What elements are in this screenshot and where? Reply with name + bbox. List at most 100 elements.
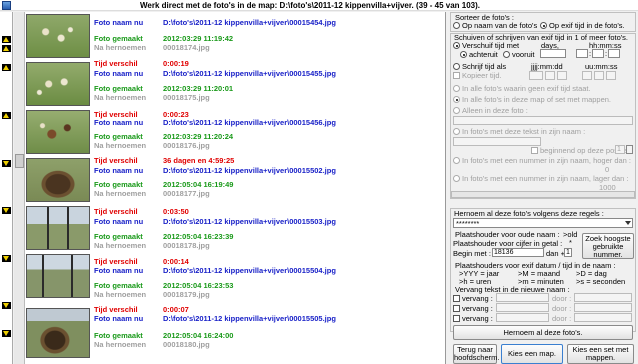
shift-time-label: Verschuif tijd met — [462, 41, 520, 50]
replace-from-input-3[interactable] — [496, 313, 549, 322]
photo-entry[interactable]: Tijd verschil 0:00:19 Foto naam nu D:\foto… — [26, 59, 446, 108]
time-diff-value: 36 dagen en 4:59:25 — [163, 156, 235, 165]
begin-position-checkbox[interactable] — [531, 147, 538, 154]
last-page-icon[interactable] — [2, 330, 11, 337]
down-icon[interactable] — [2, 160, 11, 167]
find-highest-number-button[interactable]: Zoek hoogste gebruikte nummer. — [582, 233, 634, 259]
placeholder-num-label: Plaatshouder voor cijfer in getal : — [453, 239, 563, 248]
time-diff-value: 0:00:19 — [163, 59, 189, 68]
write-time-label: Schrijf tijd als — [462, 62, 507, 71]
write-second-input[interactable] — [606, 71, 616, 80]
forward-radio[interactable] — [503, 51, 510, 58]
next-icon[interactable] — [2, 255, 11, 262]
write-minute-input[interactable] — [594, 71, 604, 80]
replace-from-input-1[interactable] — [496, 293, 549, 302]
time-diff-label: Tijd verschil — [94, 59, 138, 68]
begin-with-label: Begin met : — [453, 249, 491, 258]
replace-to-label: door : — [552, 314, 572, 323]
photo-entry[interactable]: Foto naam nu D:\foto's\2011-12 kippenvill… — [26, 12, 446, 60]
replace-label: vervang : — [462, 294, 493, 303]
page-up-icon[interactable] — [2, 45, 11, 52]
rename-all-button[interactable]: Hernoem al deze foto's. — [453, 325, 633, 340]
photo-thumbnail[interactable] — [26, 206, 90, 250]
increment-label: dan + — [546, 249, 565, 258]
hours-input[interactable] — [576, 49, 588, 58]
rename-value: 00018179.jpg — [163, 290, 210, 299]
year-input[interactable] — [529, 71, 543, 80]
photo-name-value: D:\foto's\2011-12 kippenvilla+vijver\000… — [163, 314, 336, 323]
replace-checkbox-1[interactable] — [453, 295, 460, 302]
position-input[interactable]: 1 — [615, 145, 625, 154]
list-scrollbar[interactable] — [14, 12, 25, 364]
scope-text-radio[interactable] — [453, 128, 460, 135]
write-hour-input[interactable] — [582, 71, 592, 80]
scope-higher-radio[interactable] — [453, 157, 460, 164]
scope-this-photo-radio[interactable] — [453, 107, 460, 114]
higher-value: 0 — [605, 165, 610, 174]
date-format-label: jjjj:mm:dd — [531, 62, 563, 71]
rename-pattern-value: ******** — [456, 219, 480, 228]
begin-number-input[interactable]: 18136 — [492, 248, 544, 257]
rename-label: Na hernoemen — [94, 141, 147, 150]
replace-from-input-2[interactable] — [496, 303, 549, 312]
sort-by-exif-radio[interactable] — [540, 22, 547, 29]
page-down-icon[interactable] — [2, 302, 11, 309]
seconds-input[interactable] — [608, 49, 620, 58]
photo-thumbnail[interactable] — [26, 308, 90, 358]
replace-to-input-3[interactable] — [574, 313, 632, 322]
replace-to-label: door : — [552, 294, 572, 303]
shift-time-radio[interactable] — [453, 42, 460, 49]
rename-pattern-select[interactable]: ******** — [453, 218, 633, 228]
photo-entry[interactable]: Tijd verschil 0:03:50 Foto naam nu D:\foto… — [26, 204, 446, 252]
title-bar: Werk direct met de foto's in de map: D:\… — [0, 0, 638, 11]
rename-label: Na hernoemen — [94, 189, 147, 198]
photo-thumbnail[interactable] — [26, 14, 90, 58]
scroll-up-icon[interactable] — [2, 64, 11, 71]
up-icon[interactable] — [2, 112, 11, 119]
replace-label: vervang : — [462, 304, 493, 313]
photo-entry[interactable]: Tijd verschil 36 dagen en 4:59:25 Foto na… — [26, 156, 446, 204]
photo-thumbnail[interactable] — [26, 158, 90, 202]
photo-thumbnail[interactable] — [26, 62, 90, 106]
scope-lower-label: In foto's met een nummer in zijn naam, l… — [462, 174, 629, 183]
replace-checkbox-2[interactable] — [453, 305, 460, 312]
choose-folder-button[interactable]: Kies een map. — [501, 344, 563, 364]
choose-folder-set-button[interactable]: Kies een set met mappen. — [567, 344, 634, 364]
increment-input[interactable]: 1 — [564, 248, 572, 257]
sort-by-name-radio[interactable] — [453, 22, 460, 29]
month-input[interactable] — [545, 71, 555, 80]
navigation-strip — [0, 12, 13, 364]
first-page-icon[interactable] — [2, 36, 11, 43]
back-to-main-button[interactable]: Terug naar hoofdscherm. — [453, 344, 499, 364]
sort-by-exif-label: Op exif tijd in de foto's. — [549, 21, 625, 30]
photo-thumbnail[interactable] — [26, 254, 90, 298]
scrollbar-thumb[interactable] — [15, 154, 24, 168]
photo-entry[interactable]: Tijd verschil 0:00:14 Foto naam nu D:\foto… — [26, 252, 446, 300]
photo-name-label: Foto naam nu — [94, 314, 144, 323]
photo-entry[interactable]: Tijd verschil 0:00:07 Foto naam nu D:\foto… — [26, 305, 446, 358]
minutes-input[interactable] — [592, 49, 604, 58]
name-text-input[interactable] — [453, 137, 541, 146]
settings-panel: Sorteer de foto's : Op naam van de foto'… — [448, 12, 638, 364]
photo-thumbnail[interactable] — [26, 110, 90, 154]
replace-to-input-1[interactable] — [574, 293, 632, 302]
photo-entry[interactable]: Tijd verschil 0:00:23 Foto naam nu D:\foto… — [26, 108, 446, 156]
scope-higher-label: In foto's met een nummer in zijn naam, h… — [462, 156, 632, 165]
backward-radio[interactable] — [460, 51, 467, 58]
this-photo-input[interactable] — [453, 116, 633, 125]
photo-name-value: D:\foto's\2011-12 kippenvilla+vijver\000… — [163, 266, 336, 275]
copy-time-checkbox[interactable] — [453, 72, 460, 79]
scope-lower-radio[interactable] — [453, 175, 460, 182]
replace-checkbox-3[interactable] — [453, 315, 460, 322]
day-input[interactable] — [557, 71, 567, 80]
scroll-down-icon[interactable] — [2, 207, 11, 214]
window-title: Werk direct met de foto's in de map: D:\… — [140, 1, 481, 10]
write-time-radio[interactable] — [453, 63, 460, 70]
replace-to-input-2[interactable] — [574, 303, 632, 312]
days-input[interactable] — [540, 49, 566, 58]
photo-name-value: D:\foto's\2011-12 kippenvilla+vijver\000… — [163, 166, 336, 175]
scope-all-radio[interactable] — [453, 96, 460, 103]
position-spinner[interactable] — [626, 145, 633, 154]
scope-this-photo-label: Alleen in deze foto : — [462, 106, 528, 115]
scope-no-exif-radio[interactable] — [453, 85, 460, 92]
